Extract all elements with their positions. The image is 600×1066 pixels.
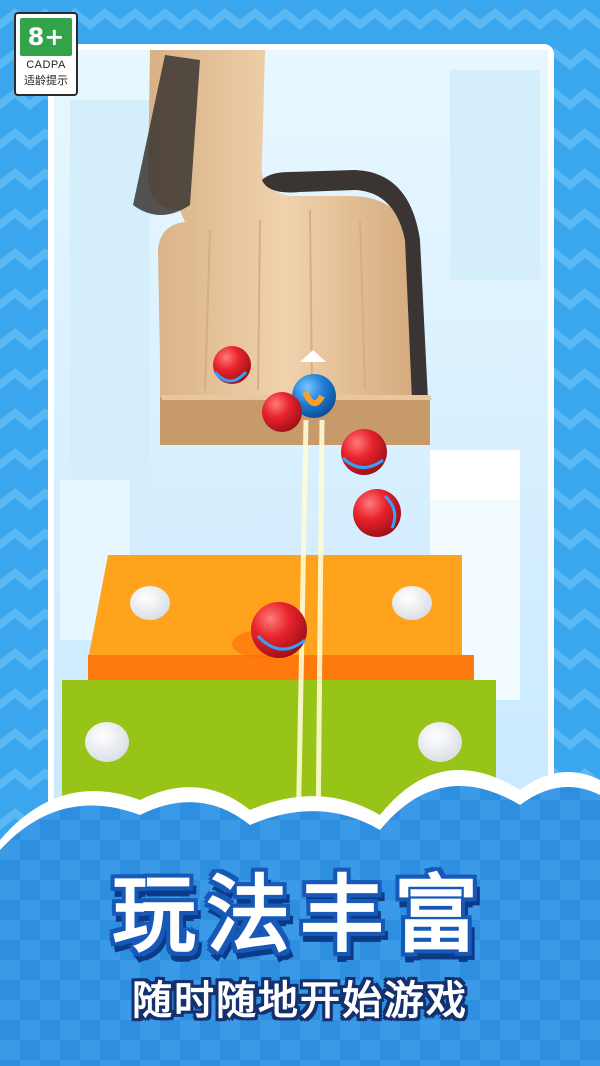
- age-rating-label: 8+: [20, 18, 72, 56]
- red-ball: [341, 429, 387, 475]
- white-hole: [418, 722, 462, 762]
- headline-sub-wrap: 随时随地开始游戏: [0, 968, 600, 1026]
- red-ball: [213, 346, 251, 384]
- red-ball: [353, 489, 401, 537]
- rating-tip: 适龄提示: [24, 74, 68, 87]
- headline-sub: 随时随地开始游戏: [132, 978, 468, 1024]
- rating-org: CADPA: [26, 59, 66, 71]
- white-hole: [392, 586, 432, 620]
- red-ball: [262, 392, 302, 432]
- white-hole: [130, 586, 170, 620]
- age-rating-badge: 8+ CADPA 适龄提示: [14, 12, 78, 96]
- white-hole: [85, 722, 129, 762]
- headline-main-wrap: 玩法丰富: [0, 848, 600, 969]
- headline-main: 玩法丰富: [111, 866, 488, 964]
